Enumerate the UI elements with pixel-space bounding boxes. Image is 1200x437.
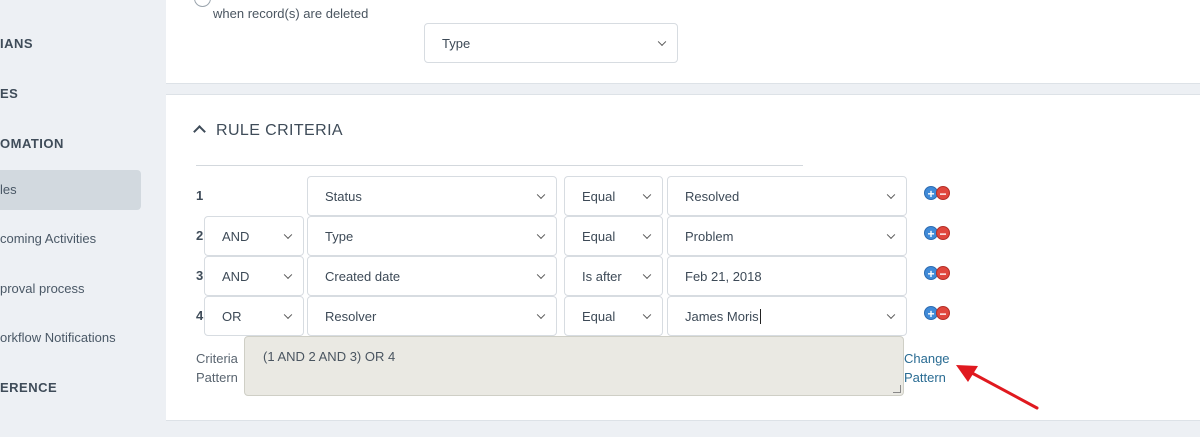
rule-criteria-title: RULE CRITERIA [216, 122, 343, 139]
criteria-pattern-textarea[interactable]: (1 AND 2 AND 3) OR 4 [244, 336, 904, 396]
field-select[interactable]: Status [307, 176, 557, 216]
minus-circle-icon[interactable]: − [936, 266, 950, 281]
text-caret [759, 308, 761, 324]
field-select[interactable]: Created date [307, 256, 557, 296]
row-actions: + − [924, 305, 954, 321]
type-select-value: Type [442, 35, 471, 51]
operator-select[interactable]: Equal [564, 176, 663, 216]
operator-select[interactable]: Equal [564, 296, 663, 336]
criteria-label-line1: Criteria [196, 351, 238, 366]
field-select-value: Created date [325, 268, 401, 284]
connector-select[interactable]: AND [204, 256, 304, 296]
trigger-panel: when record(s) are deleted Type [166, 0, 1200, 84]
type-select[interactable]: Type [424, 23, 678, 63]
divider [196, 165, 803, 166]
chevron-down-icon [657, 37, 667, 47]
row-number: 4 [196, 308, 204, 323]
operator-select-value: Equal [582, 188, 616, 204]
chevron-down-icon [642, 270, 652, 280]
row-actions: + − [924, 185, 954, 201]
chevron-down-icon [536, 310, 546, 320]
criteria-label-line2: Pattern [196, 370, 238, 385]
sidebar-item-rules[interactable]: les [0, 170, 141, 210]
criteria-pattern-value: (1 AND 2 AND 3) OR 4 [263, 349, 396, 364]
value-select[interactable]: Problem [667, 216, 907, 256]
annotation-arrow-icon [956, 365, 1039, 410]
operator-select[interactable]: Equal [564, 216, 663, 256]
trigger-note: when record(s) are deleted [213, 6, 369, 21]
date-input-value: Feb 21, 2018 [685, 268, 762, 284]
chevron-down-icon [886, 310, 896, 320]
connector-select-value: AND [222, 268, 250, 284]
operator-select-value: Equal [582, 228, 616, 244]
value-select[interactable]: Resolved [667, 176, 907, 216]
sidebar-section-automation[interactable]: OMATION [0, 124, 64, 164]
sidebar-section-plans[interactable]: IANS [0, 24, 33, 64]
chevron-down-icon [283, 310, 293, 320]
chevron-down-icon [642, 190, 652, 200]
row-number: 2 [196, 228, 204, 243]
chevron-down-icon [886, 190, 896, 200]
sidebar-item-approval-process[interactable]: proval process [0, 269, 85, 309]
chevron-down-icon [886, 230, 896, 240]
row-actions: + − [924, 225, 954, 241]
operator-select-value: Equal [582, 308, 616, 324]
change-pattern-link[interactable]: Change Pattern [904, 349, 950, 387]
chevron-down-icon [283, 230, 293, 240]
field-select-value: Resolver [325, 308, 377, 324]
minus-circle-icon[interactable]: − [936, 306, 950, 321]
radio-button[interactable] [194, 0, 211, 7]
resize-handle-icon[interactable] [893, 385, 901, 393]
field-select-value: Status [325, 188, 362, 204]
connector-select-value: AND [222, 228, 250, 244]
value-select-value: Resolved [685, 188, 740, 204]
change-pattern-line1: Change [904, 351, 950, 366]
operator-select[interactable]: Is after [564, 256, 663, 296]
minus-circle-icon[interactable]: − [936, 226, 950, 241]
chevron-up-icon[interactable] [193, 125, 206, 138]
chevron-down-icon [283, 270, 293, 280]
sidebar-item-upcoming-activities[interactable]: coming Activities [0, 219, 96, 259]
row-number: 3 [196, 268, 204, 283]
field-select[interactable]: Resolver [307, 296, 557, 336]
row-actions: + − [924, 265, 954, 281]
criteria-pattern-label: Criteria Pattern [196, 349, 238, 387]
field-select-value: Type [325, 228, 354, 244]
chevron-down-icon [642, 310, 652, 320]
chevron-down-icon [536, 270, 546, 280]
sidebar: IANS ES OMATION les coming Activities pr… [0, 0, 166, 437]
connector-select[interactable]: AND [204, 216, 304, 256]
minus-circle-icon[interactable]: − [936, 186, 950, 201]
sidebar-item-workflow-notifications[interactable]: orkflow Notifications [0, 318, 116, 358]
chevron-down-icon [536, 230, 546, 240]
connector-select-value: OR [222, 308, 242, 324]
value-select[interactable]: James Moris [667, 296, 907, 336]
change-pattern-line2: Pattern [904, 370, 946, 385]
operator-select-value: Is after [582, 268, 622, 284]
chevron-down-icon [642, 230, 652, 240]
chevron-down-icon [536, 190, 546, 200]
sidebar-section-es[interactable]: ES [0, 74, 18, 114]
row-number: 1 [196, 188, 204, 203]
date-input[interactable]: Feb 21, 2018 [667, 256, 907, 296]
sidebar-section-reference[interactable]: ERENCE [0, 368, 57, 408]
value-select-value: Problem [685, 228, 734, 244]
connector-select[interactable]: OR [204, 296, 304, 336]
field-select[interactable]: Type [307, 216, 557, 256]
value-select-value: James Moris [685, 308, 759, 324]
